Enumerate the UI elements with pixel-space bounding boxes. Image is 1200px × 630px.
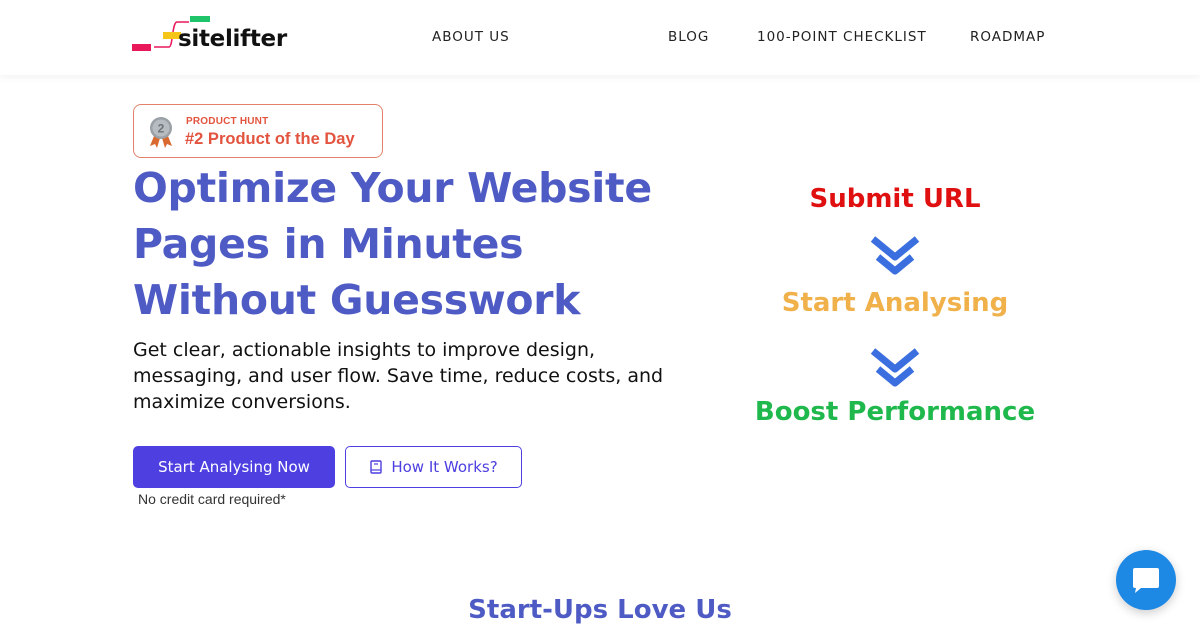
site-header: sitelifter ABOUT US BLOG 100-POINT CHECK… bbox=[0, 0, 1200, 75]
medal-icon: 2 bbox=[150, 117, 172, 148]
hero-subtitle: Get clear, actionable insights to improv… bbox=[133, 339, 664, 413]
chat-button[interactable] bbox=[1116, 550, 1176, 610]
logo-text[interactable]: sitelifter bbox=[178, 26, 287, 52]
medal-number: 2 bbox=[158, 122, 165, 136]
book-icon bbox=[370, 460, 383, 474]
start-analysing-button-label: Start Analysing Now bbox=[158, 458, 310, 476]
how-it-works-button-label: How It Works? bbox=[391, 458, 498, 476]
step-boost-performance: Boost Performance bbox=[754, 397, 1036, 427]
step-start-analysing: Start Analysing bbox=[781, 288, 1009, 318]
product-hunt-badge[interactable]: 2 PRODUCT HUNT #2 Product of the Day bbox=[133, 104, 383, 158]
how-it-works-button[interactable]: How It Works? bbox=[345, 446, 522, 488]
nav-roadmap[interactable]: ROADMAP bbox=[970, 29, 1045, 45]
badge-title: #2 Product of the Day bbox=[185, 130, 355, 148]
chat-bubble-icon bbox=[1133, 568, 1159, 593]
no-credit-card-note: No credit card required* bbox=[138, 491, 286, 507]
double-chevron-down-icon bbox=[870, 348, 920, 387]
nav-blog[interactable]: BLOG bbox=[668, 29, 709, 45]
step-submit-url: Submit URL bbox=[809, 184, 981, 214]
double-chevron-down-icon bbox=[870, 236, 920, 275]
nav-about-us[interactable]: ABOUT US bbox=[432, 29, 510, 45]
nav-100-point-checklist[interactable]: 100-POINT CHECKLIST bbox=[757, 29, 927, 45]
start-analysing-button[interactable]: Start Analysing Now bbox=[133, 446, 335, 488]
badge-kicker: PRODUCT HUNT bbox=[186, 116, 269, 127]
hero-title: Optimize Your Website Pages in Minutes W… bbox=[133, 164, 652, 324]
section-title: Start-Ups Love Us bbox=[468, 595, 732, 625]
